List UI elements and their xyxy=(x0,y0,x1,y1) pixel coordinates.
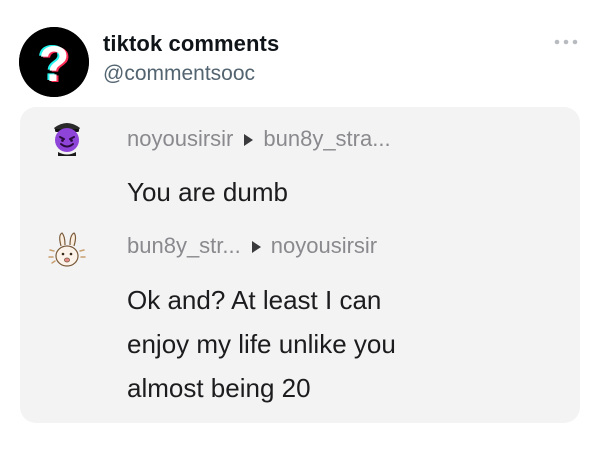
more-horizontal-icon xyxy=(554,39,578,45)
reply-arrow-icon xyxy=(251,241,261,253)
comment-author[interactable]: bun8y_str... xyxy=(127,233,241,259)
comment-text-line: Ok and? At least I can xyxy=(127,285,382,315)
comment-text: You are dumb xyxy=(127,170,557,214)
rabbit-sketch-avatar-icon xyxy=(48,232,86,267)
reply-to-user[interactable]: bun8y_stra... xyxy=(263,126,390,152)
more-options-button[interactable] xyxy=(553,34,579,50)
purple-devil-emoji-icon xyxy=(54,123,80,156)
reply-arrow-icon xyxy=(244,134,254,146)
account-name[interactable]: tiktok comments xyxy=(103,31,279,57)
comment-author[interactable]: noyousirsir xyxy=(127,126,233,152)
account-avatar[interactable]: ? ? ? xyxy=(19,27,89,97)
comment-text-line: enjoy my life unlike you xyxy=(127,329,396,359)
question-mark-logo-icon: ? ? ? xyxy=(19,27,89,97)
tweet-screenshot: ? ? ? tiktok comments @commentsooc noyou… xyxy=(0,0,599,449)
reply-to-user[interactable]: noyousirsir xyxy=(271,233,377,259)
svg-text:?: ? xyxy=(39,36,70,92)
account-handle[interactable]: @commentsooc xyxy=(103,62,255,86)
reply-header: bun8y_str... noyousirsir xyxy=(127,233,377,259)
reply-header: noyousirsir bun8y_stra... xyxy=(127,126,391,152)
comment-text-line: almost being 20 xyxy=(127,373,311,403)
comment-text-line: You are dumb xyxy=(127,177,288,207)
comment-text: Ok and? At least I can enjoy my life unl… xyxy=(127,278,557,410)
commenter-avatar[interactable] xyxy=(46,230,88,272)
commenter-avatar[interactable] xyxy=(46,116,88,158)
